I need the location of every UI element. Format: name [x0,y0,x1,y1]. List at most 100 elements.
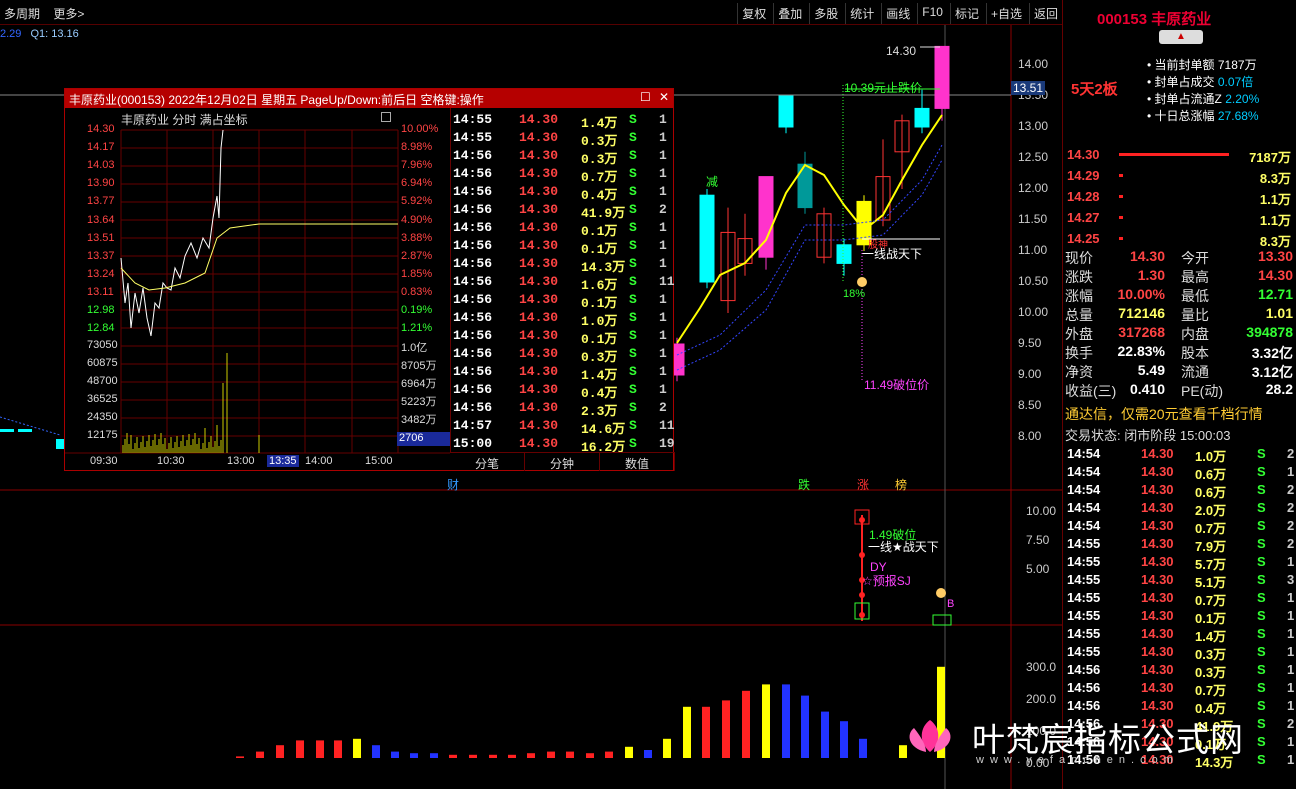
tick-cell: S [629,310,637,325]
intraday-chart[interactable]: 丰原药业 分时 满占坐标 14.30 14.17 14.03 13.90 13.77 13… [65,108,450,471]
tick-row[interactable]: 14:56 14.30 0.4万 S 1 [451,381,676,401]
quote-cell: 0.410 [1129,381,1165,397]
close-icon[interactable]: ✕ [659,90,669,104]
finance-marker[interactable]: 财 [447,476,459,493]
volume-bar [821,711,829,758]
collapse-icon[interactable]: ▲ [1159,30,1203,44]
tick-row[interactable]: 14:54 14.30 1.0万 S 2 [1065,445,1296,464]
draw-line-button[interactable]: 画线 [881,3,914,24]
tick-row[interactable]: 14:56 14.30 0.7万 S 1 [1065,679,1296,698]
tick-cell: 1 [1287,590,1295,605]
right-axis-label: 0.83% [401,285,433,298]
popup-titlebar[interactable]: 丰原药业(000153) 2022年12月02日 星期五 PageUp/Down… [65,89,673,108]
tick-cell: S [1257,482,1266,497]
tick-row[interactable]: 14:55 14.30 7.9万 S 2 [1065,535,1296,554]
multi-stock-button[interactable]: 多股 [809,3,842,24]
tick-row[interactable]: 14:55 14.30 0.1万 S 1 [1065,607,1296,626]
overlay-button[interactable]: 叠加 [773,3,806,24]
tick-row[interactable]: 15:00 14.30 16.2万 S 19 [451,435,676,455]
tick-row[interactable]: 14:54 14.30 0.6万 S 1 [1065,463,1296,482]
tick-row[interactable]: 14:56 14.30 1.6万 S 11 [451,273,676,293]
tick-row[interactable]: 14:56 14.30 0.3万 S 1 [451,147,676,167]
tick-cell: 2 [1287,482,1295,497]
tick-cell: 14:56 [453,202,493,217]
volume-bar [742,690,750,758]
tick-cell: 14:55 [1067,554,1101,569]
tick-row[interactable]: 14:54 14.30 0.6万 S 2 [1065,481,1296,500]
left-axis-label: 14.17 [87,141,115,154]
quote-cell: 317268 [1118,324,1165,340]
f10-button[interactable]: F10 [917,3,947,24]
tick-row[interactable]: 14:56 14.30 1.0万 S 1 [451,309,676,329]
tick-row[interactable]: 14:55 14.30 0.3万 S 1 [451,129,676,149]
volume-bar [372,745,380,758]
volume-bar [256,751,264,758]
maximize-icon[interactable]: ☐ [640,90,651,104]
left-axis-label: 12.98 [87,304,115,316]
tick-row[interactable]: 14:55 14.30 5.7万 S 1 [1065,553,1296,572]
tick-row[interactable]: 14:56 14.30 14.3万 S 1 [451,255,676,275]
tick-row[interactable]: 14:57 14.30 14.6万 S 11 [451,417,676,437]
tick-cell: 14:54 [1067,500,1101,515]
volume-tick-label: 200.0 [1026,692,1057,706]
tick-row[interactable]: 14:56 14.30 41.9万 S 2 [451,201,676,221]
tab-minutes[interactable]: 分钟 [525,453,600,471]
tick-row[interactable]: 14:55 14.30 1.4万 S 1 [451,111,676,131]
tick-cell: 14:56 [453,400,493,415]
tick-row[interactable]: 14:56 14.30 0.3万 S 1 [1065,661,1296,680]
tick-row[interactable]: 14:55 14.30 0.3万 S 1 [1065,643,1296,662]
tick-cell: S [1257,446,1266,461]
candle-body [699,194,715,283]
mark-button[interactable]: 标记 [949,3,983,24]
candle-left-1 [0,429,14,432]
tick-row[interactable]: 14:56 14.30 2.3万 S 2 [451,399,676,419]
volume-bar [547,751,555,758]
fuquan-button[interactable]: 复权 [737,3,770,24]
tick-cell: 14.30 [519,310,559,325]
volume-bar [334,740,342,758]
tick-row[interactable]: 14:56 14.30 0.1万 S 1 [451,327,676,347]
add-watchlist-button[interactable]: +自选 [985,3,1026,24]
tick-row[interactable]: 14:56 14.30 0.4万 S 1 [451,183,676,203]
drop-marker[interactable]: 跌 [798,476,810,493]
rank-marker[interactable]: 榜 [895,476,907,493]
tick-row[interactable]: 14:56 14.30 0.1万 S 1 [451,219,676,239]
tick-row[interactable]: 14:54 14.30 2.0万 S 2 [1065,499,1296,518]
tick-row[interactable]: 14:56 14.30 0.7万 S 1 [451,165,676,185]
tick-cell: 1 [1287,680,1295,695]
tick-cell: 2 [1287,500,1295,515]
tick-row[interactable]: 14:55 14.30 1.4万 S 1 [1065,625,1296,644]
stock-title[interactable]: 000153 丰原药业 [1097,8,1211,29]
tick-cell: 14.30 [519,292,559,307]
tick-row[interactable]: 14:55 14.30 0.7万 S 1 [1065,589,1296,608]
rise-marker[interactable]: 涨 [857,476,869,493]
volume-bar [801,695,809,758]
seal-info-value: 27.68% [1214,109,1259,123]
tick-row[interactable]: 14:54 14.30 0.7万 S 2 [1065,517,1296,536]
tab-ticks[interactable]: 分笔 [450,453,525,471]
left-axis-label: 14.30 [87,123,115,135]
statistics-button[interactable]: 统计 [845,3,878,24]
order-volume: 7187万 [1249,150,1291,165]
left-axis-label: 73050 [87,339,118,351]
tab-values[interactable]: 数值 [600,453,675,471]
multi-period-button[interactable]: 多周期 [4,7,40,21]
promo-text[interactable]: 通达信，仅需20元查看千档行情 [1065,404,1263,424]
popup-tick-list[interactable]: 14:55 14.30 1.4万 S 1 14:55 14.30 0.3万 S 1 14:56 14.… [450,108,676,455]
tick-row[interactable]: 14:56 14.30 1.4万 S 1 [451,363,676,383]
price-tick-label: 13.00 [1018,119,1049,133]
volume-bar [296,740,304,758]
more-button[interactable]: 更多> [53,7,84,21]
intraday-popup[interactable]: 丰原药业(000153) 2022年12月02日 星期五 PageUp/Down… [64,88,676,471]
left-axis-label: 60875 [87,357,118,369]
tick-row[interactable]: 14:55 14.30 5.1万 S 3 [1065,571,1296,590]
tick-row[interactable]: 14:56 14.30 0.1万 S 1 [451,237,676,257]
left-axis-label: 48700 [87,375,118,387]
tick-row[interactable]: 14:56 14.30 0.1万 S 1 [451,291,676,311]
tick-row[interactable]: 14:56 14.30 0.3万 S 1 [451,345,676,365]
quote-row: 总量 712146 量比 1.01 [1065,305,1295,323]
tick-cell: S [1257,464,1266,479]
candle-body [934,45,950,109]
quote-cell: 394878 [1246,324,1293,340]
back-button[interactable]: 返回 [1028,3,1062,24]
